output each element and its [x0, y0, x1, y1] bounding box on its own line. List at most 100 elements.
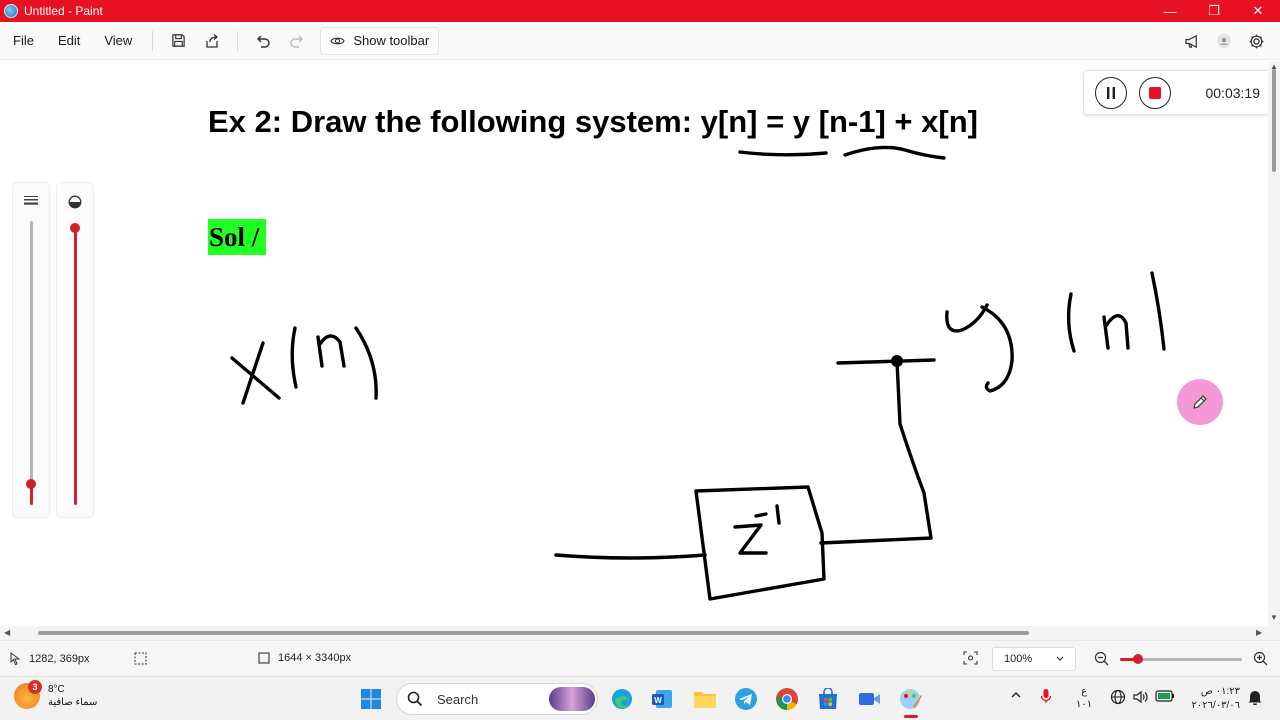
scroll-corner [1268, 626, 1280, 640]
pointer-icon [10, 652, 21, 665]
share-icon [206, 33, 219, 48]
zoom-in-icon[interactable] [1253, 651, 1268, 666]
microphone-button[interactable] [1040, 688, 1052, 707]
start-button[interactable] [356, 684, 386, 714]
redo-button[interactable] [280, 27, 314, 55]
ink-y [945, 303, 989, 333]
taskbar-paint[interactable] [896, 684, 926, 714]
ink-input-line [554, 553, 707, 560]
save-button[interactable] [161, 27, 195, 55]
scroll-right-icon[interactable]: ▶ [1256, 628, 1262, 637]
cursor-position: 1282, 369px [29, 652, 90, 665]
avatar-icon [1217, 34, 1231, 48]
ink-paren-close [354, 326, 378, 400]
eye-icon [330, 37, 346, 44]
maximize-button[interactable]: ❐ [1192, 0, 1236, 22]
battery-icon [1155, 690, 1174, 702]
folder-icon [694, 692, 716, 708]
pause-button[interactable] [1095, 76, 1127, 109]
ink-paren-close [1150, 271, 1166, 351]
opacity-thumb[interactable] [70, 223, 80, 233]
horizontal-scroll-thumb[interactable] [38, 631, 1029, 635]
stop-button[interactable] [1139, 76, 1171, 109]
ink-z [733, 523, 768, 555]
windows-icon [361, 689, 381, 709]
announcement-button[interactable] [1176, 27, 1208, 55]
horizontal-scrollbar[interactable]: ◀ ▶ [0, 626, 1268, 640]
scroll-left-icon[interactable]: ◀ [4, 628, 10, 637]
fit-to-window-icon[interactable] [963, 651, 978, 665]
system-clock[interactable]: ٠١:٢٣ ص ٢٠٢٦/٠٣/٠٦ [1186, 685, 1240, 713]
window-title: Untitled - Paint [24, 4, 103, 18]
taskbar-camera[interactable] [855, 684, 885, 714]
ink-delay-box [694, 485, 826, 601]
input-language[interactable]: ع ١٠١ [1076, 685, 1092, 711]
handwritten-drawing [230, 145, 1166, 601]
vertical-scroll-thumb[interactable] [1272, 69, 1276, 172]
menu-file[interactable]: File [1, 27, 46, 55]
word-icon: W [652, 690, 672, 708]
search-highlight-image [549, 687, 595, 711]
taskbar-file-explorer[interactable] [690, 684, 720, 714]
menu-divider [152, 30, 154, 51]
ink-feedback-line [819, 359, 933, 545]
undo-button[interactable] [246, 27, 280, 55]
menu-bar: File Edit View Show toolbar [0, 22, 1280, 60]
taskbar-search[interactable]: Search [396, 683, 598, 715]
ink-one [775, 504, 781, 525]
close-button[interactable]: ✕ [1236, 0, 1280, 22]
clock-date: ٢٠٢٦/٠٣/٠٦ [1191, 700, 1240, 711]
settings-button[interactable] [1240, 27, 1272, 55]
globe-icon [1110, 689, 1126, 705]
zoom-dropdown[interactable]: 100% [992, 647, 1076, 671]
paint-icon [900, 689, 922, 709]
clock-time: ٠١:٢٣ ص [1200, 686, 1240, 697]
ink-junction-node [891, 355, 903, 367]
canvas-size: 1644 × 3340px [278, 652, 352, 664]
ink-n [316, 334, 346, 368]
chevron-up-icon [1011, 692, 1021, 698]
stroke-size-track[interactable] [30, 221, 33, 483]
network-button[interactable] [1110, 689, 1126, 708]
pen-cursor [1177, 379, 1223, 425]
zoom-slider[interactable] [1120, 654, 1242, 664]
battery-button[interactable] [1155, 690, 1175, 705]
scroll-down-icon[interactable]: ▼ [1270, 613, 1278, 622]
opacity-drop-icon [57, 195, 93, 209]
account-button[interactable] [1208, 27, 1240, 55]
taskbar-telegram[interactable] [731, 684, 761, 714]
show-toolbar-button[interactable]: Show toolbar [320, 26, 440, 55]
undo-icon [257, 35, 270, 48]
taskbar-chrome[interactable] [772, 684, 802, 714]
stroke-size-slider-panel [12, 182, 50, 518]
tray-overflow-button[interactable] [1010, 690, 1022, 703]
language-layout: ١٠١ [1076, 699, 1093, 710]
taskbar-store[interactable] [813, 684, 843, 714]
ink-y-tail [980, 305, 1014, 393]
opacity-fill[interactable] [74, 225, 77, 505]
weather-widget[interactable]: 3 8°C سماء صافية [14, 680, 97, 709]
minimize-button[interactable]: — [1148, 0, 1192, 22]
speaker-icon [1133, 690, 1148, 704]
vertical-scrollbar[interactable]: ▲ ▼ [1268, 61, 1280, 626]
zoom-out-icon[interactable] [1094, 651, 1109, 666]
zoom-slider-thumb[interactable] [1133, 654, 1143, 664]
active-app-indicator [904, 715, 918, 718]
selection-icon [134, 652, 147, 665]
opacity-slider-panel [56, 182, 94, 518]
save-icon [172, 34, 185, 47]
share-button[interactable] [195, 27, 229, 55]
stroke-size-thumb[interactable] [26, 479, 36, 489]
menu-view[interactable]: View [92, 27, 144, 55]
redo-icon [290, 35, 304, 48]
taskbar: 3 8°C سماء صافية Search W ع ١٠١ ٠١:٢٣ ص … [0, 676, 1280, 720]
drawing-canvas[interactable]: Ex 2: Draw the following system: y[n] = … [0, 61, 1268, 626]
volume-button[interactable] [1132, 689, 1150, 708]
menu-edit[interactable]: Edit [46, 27, 92, 55]
taskbar-edge[interactable] [607, 684, 637, 714]
gear-icon [1249, 34, 1263, 48]
taskbar-word[interactable]: W [647, 684, 677, 714]
pencil-icon [1193, 395, 1207, 409]
search-icon [407, 691, 423, 707]
notifications-button[interactable] [1248, 689, 1262, 708]
